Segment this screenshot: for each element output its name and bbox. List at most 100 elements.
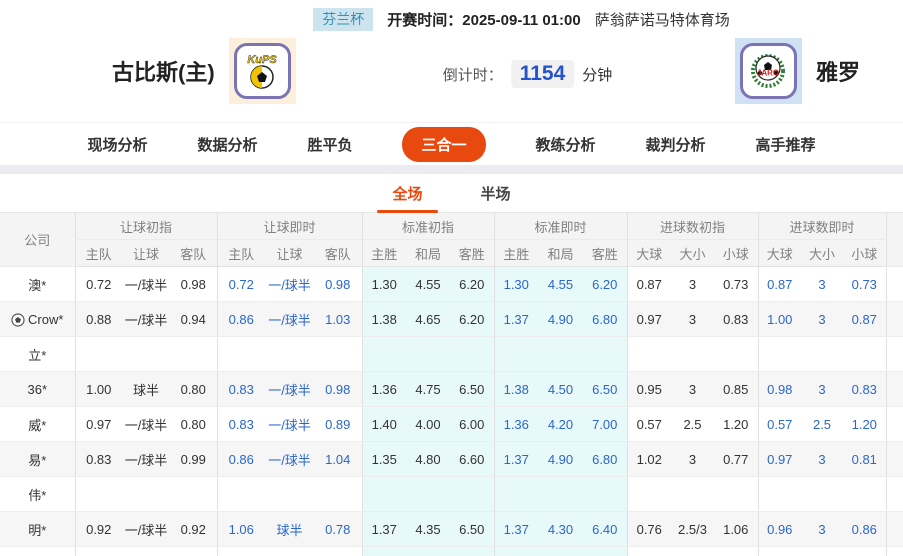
odds-live-cell[interactable]: 4.30 (538, 512, 583, 547)
odds-live-cell[interactable]: 一/球半 (265, 267, 314, 302)
tab-coach-analysis[interactable]: 教练分析 (536, 134, 596, 155)
partial-table-row (0, 547, 903, 556)
odds-initial-cell: 0.94 (170, 302, 217, 337)
odds-live-cell[interactable]: 0.83 (217, 372, 265, 407)
odds-live-cell[interactable]: 4.20 (538, 407, 583, 442)
sub-header: 主队 (75, 240, 122, 267)
odds-live-cell[interactable]: 1.37 (494, 302, 538, 337)
odds-live-cell[interactable]: 一/球半 (265, 302, 314, 337)
odds-initial-cell: 0.72 (75, 267, 122, 302)
odds-live-cell[interactable]: 1.37 (494, 442, 538, 477)
odds-live-cell[interactable]: 一/球半 (265, 372, 314, 407)
odds-live-cell[interactable]: 0.86 (843, 512, 886, 547)
odds-initial-cell: 一/球半 (122, 267, 170, 302)
tab-expert-recommend[interactable]: 高手推荐 (756, 134, 816, 155)
odds-live-cell[interactable]: 1.00 (758, 302, 801, 337)
odds-live-cell (217, 337, 265, 372)
company-name-cell[interactable]: Crow* (0, 302, 75, 337)
odds-live-cell[interactable]: 0.87 (758, 267, 801, 302)
odds-live-cell[interactable]: 1.30 (494, 267, 538, 302)
odds-live-cell[interactable]: 0.83 (843, 372, 886, 407)
odds-live-cell[interactable]: 7.00 (583, 407, 627, 442)
odds-initial-cell: 6.60 (450, 442, 494, 477)
tab-win-draw-lose[interactable]: 胜平负 (307, 134, 352, 155)
odds-live-cell (801, 477, 843, 512)
odds-live-cell[interactable]: 1.03 (314, 302, 362, 337)
odds-live-cell[interactable]: 0.98 (314, 372, 362, 407)
odds-live-cell[interactable]: 6.20 (583, 267, 627, 302)
odds-table-row: Crow*0.88一/球半0.940.86一/球半1.031.384.656.2… (0, 302, 903, 337)
odds-live-cell[interactable]: 0.81 (843, 442, 886, 477)
away-team-name: 雅罗 (816, 55, 860, 87)
odds-live-cell[interactable]: 3 (801, 442, 843, 477)
tab-three-in-one[interactable]: 三合一 (402, 127, 485, 162)
company-name-label: 明* (28, 523, 46, 538)
odds-live-cell[interactable]: 2.5 (801, 407, 843, 442)
company-name-label: 澳* (28, 278, 46, 293)
odds-live-cell[interactable]: 3 (801, 267, 843, 302)
odds-live-cell[interactable]: 6.80 (583, 442, 627, 477)
company-name-cell[interactable]: 立* (0, 337, 75, 372)
company-name-cell[interactable]: 威* (0, 407, 75, 442)
odds-live-cell[interactable]: 球半 (265, 512, 314, 547)
odds-live-cell[interactable]: 0.72 (217, 267, 265, 302)
away-logo-badge-icon: JARO (740, 43, 797, 99)
odds-live-cell[interactable]: 1.04 (314, 442, 362, 477)
odds-live-cell[interactable]: 1.36 (494, 407, 538, 442)
match-info-bar: 芬兰杯 开赛时间：2025-09-11 01:00 萨翁萨诺马特体育场 (0, 0, 903, 34)
group-header-standard-live: 标准即时 (494, 213, 627, 240)
odds-live-cell[interactable]: 4.90 (538, 442, 583, 477)
odds-live-cell[interactable]: 3 (801, 302, 843, 337)
sub-header: 客胜 (583, 240, 627, 267)
sub-header: 大小 (671, 240, 714, 267)
odds-live-cell[interactable]: 4.90 (538, 302, 583, 337)
odds-initial-cell (714, 477, 758, 512)
odds-live-cell[interactable]: 0.96 (758, 512, 801, 547)
odds-live-cell[interactable]: 0.87 (843, 302, 886, 337)
odds-live-cell[interactable]: 0.78 (314, 512, 362, 547)
odds-live-cell (583, 547, 627, 556)
odds-live-cell[interactable]: 一/球半 (265, 442, 314, 477)
odds-live-cell[interactable]: 一/球半 (265, 407, 314, 442)
company-name-cell[interactable]: 36* (0, 372, 75, 407)
company-name-cell[interactable]: 明* (0, 512, 75, 547)
home-logo-badge-icon: KuPS (234, 43, 291, 99)
odds-live-cell[interactable]: 0.73 (843, 267, 886, 302)
tab-live-analysis[interactable]: 现场分析 (87, 134, 147, 155)
odds-live-cell[interactable]: 0.83 (217, 407, 265, 442)
company-name-cell[interactable]: 澳* (0, 267, 75, 302)
odds-live-cell[interactable]: 0.57 (758, 407, 801, 442)
odds-live-cell[interactable]: 1.20 (843, 407, 886, 442)
odds-live-cell[interactable]: 4.55 (538, 267, 583, 302)
odds-live-cell[interactable]: 6.50 (583, 372, 627, 407)
odds-initial-cell: 2.5/3 (671, 512, 714, 547)
odds-live-cell[interactable]: 4.50 (538, 372, 583, 407)
tab-half-match[interactable]: 半场 (475, 175, 517, 212)
tab-data-analysis[interactable]: 数据分析 (197, 134, 257, 155)
company-name-cell[interactable]: 易* (0, 442, 75, 477)
odds-live-cell[interactable]: 6.80 (583, 302, 627, 337)
odds-live-cell[interactable]: 1.38 (494, 372, 538, 407)
sub-header: 主队 (217, 240, 265, 267)
odds-live-cell[interactable]: 6.40 (583, 512, 627, 547)
odds-live-cell[interactable]: 0.98 (314, 267, 362, 302)
countdown-unit: 分钟 (582, 64, 612, 85)
tab-full-match[interactable]: 全场 (386, 175, 428, 212)
odds-table-row: 明*0.92一/球半0.921.06球半0.781.374.356.501.37… (0, 512, 903, 547)
odds-live-cell (314, 547, 362, 556)
odds-initial-cell: 6.00 (450, 407, 494, 442)
odds-live-cell[interactable]: 0.86 (217, 302, 265, 337)
odds-live-cell (217, 547, 265, 556)
odds-live-cell[interactable]: 0.86 (217, 442, 265, 477)
odds-live-cell[interactable]: 0.89 (314, 407, 362, 442)
odds-live-cell[interactable]: 3 (801, 512, 843, 547)
odds-live-cell[interactable]: 1.37 (494, 512, 538, 547)
odds-live-cell[interactable]: 0.97 (758, 442, 801, 477)
odds-live-cell[interactable]: 0.98 (758, 372, 801, 407)
odds-live-cell[interactable]: 3 (801, 372, 843, 407)
company-name-cell[interactable]: 伟* (0, 477, 75, 512)
odds-live-cell (538, 547, 583, 556)
odds-live-cell[interactable]: 1.06 (217, 512, 265, 547)
tab-referee-analysis[interactable]: 裁判分析 (646, 134, 706, 155)
sub-header: 让球 (265, 240, 314, 267)
